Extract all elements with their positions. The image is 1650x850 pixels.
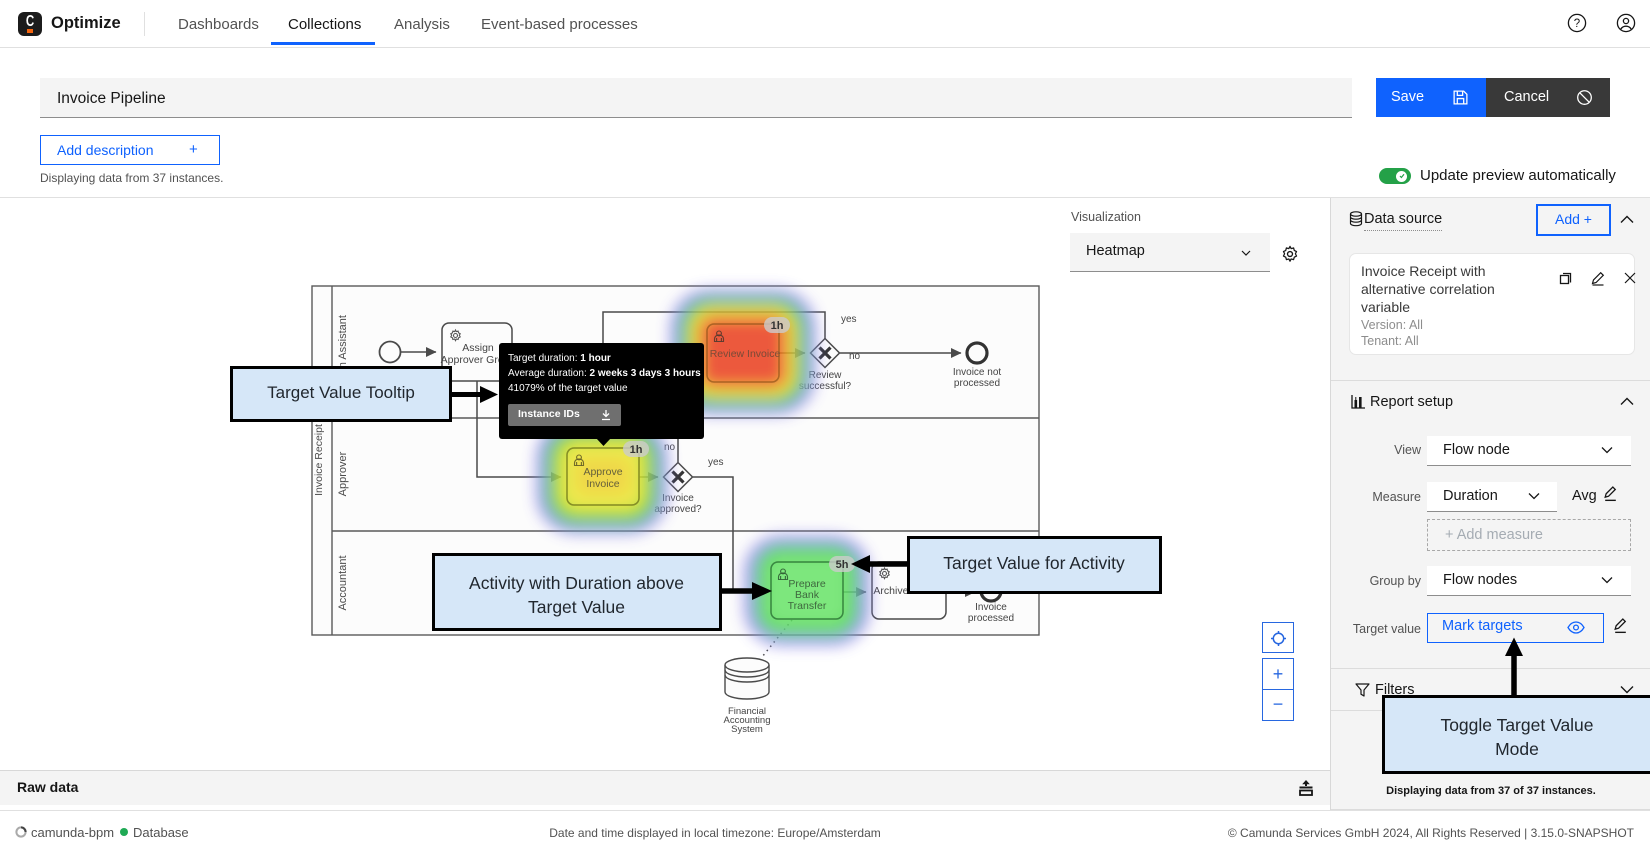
svg-text:Review Invoice: Review Invoice [710,348,781,360]
svg-text:yes: yes [841,314,857,325]
svg-text:Transfer: Transfer [788,600,827,612]
svg-text:Approve: Approve [583,466,622,478]
svg-text:no: no [849,351,861,362]
svg-text:?: ? [1574,18,1580,30]
svg-text:1h: 1h [630,444,643,456]
svg-text:Invoice: Invoice [586,478,619,490]
svg-text:Assign: Assign [462,342,494,354]
svg-text:Invoice Receipt: Invoice Receipt [313,424,325,496]
svg-text:1h: 1h [771,320,784,332]
svg-text:Invoice: Invoice [975,602,1007,613]
svg-text:5h: 5h [836,559,849,571]
svg-text:processed: processed [968,613,1014,624]
svg-text:System: System [731,724,763,735]
svg-text:processed: processed [954,378,1000,389]
svg-text:Accountant: Accountant [337,555,349,610]
svg-text:Approver: Approver [337,451,349,496]
svg-text:yes: yes [708,457,724,468]
svg-text:Invoice not: Invoice not [953,367,1002,378]
